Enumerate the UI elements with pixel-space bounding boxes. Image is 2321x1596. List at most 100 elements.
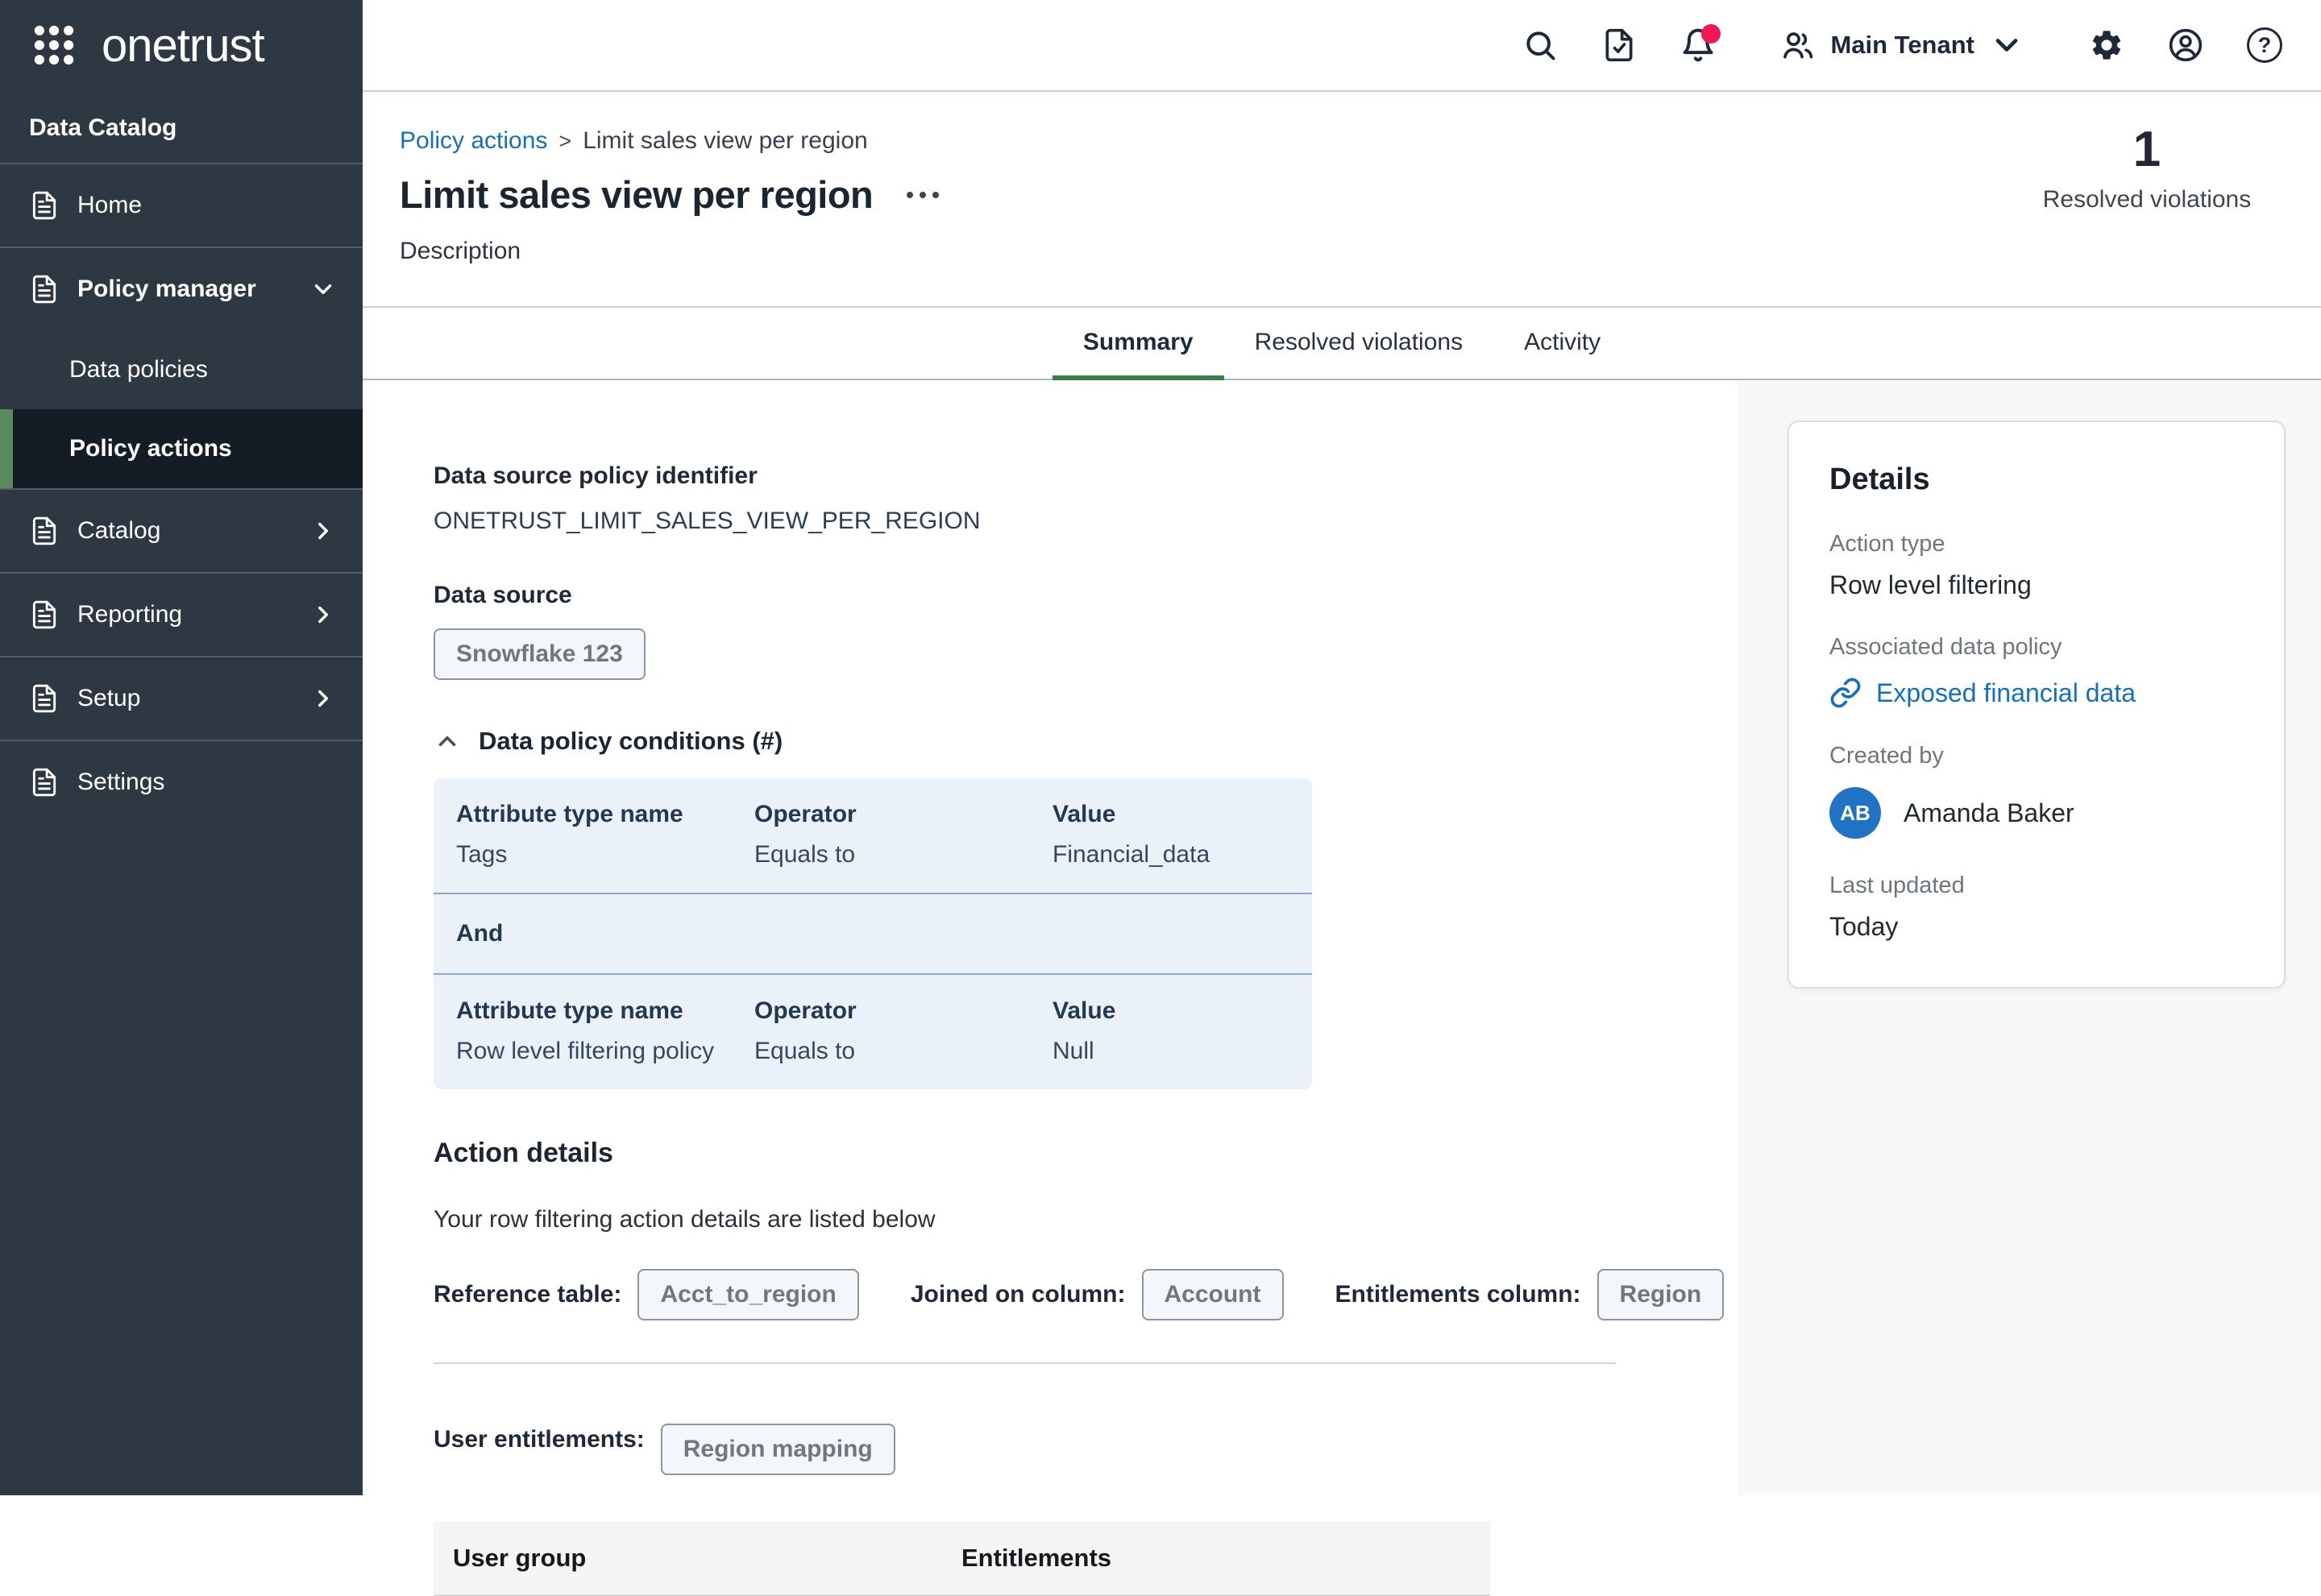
identifier-label: Data source policy identifier (434, 462, 1738, 490)
condition-col-header: Attribute type name (456, 997, 754, 1025)
details-card: Details Action type Row level filtering … (1787, 421, 2286, 989)
chevron-up-icon (434, 728, 461, 755)
condition-group: Attribute type name Operator Value Row l… (434, 975, 1312, 1089)
action-details-title: Action details (434, 1138, 1738, 1169)
joined-on-column-chip: Account (1142, 1269, 1284, 1320)
condition-operator: Equals to (754, 1038, 1053, 1065)
last-updated-value: Today (1829, 912, 2247, 942)
file-text-icon (29, 683, 60, 714)
stat-label: Resolved violations (2026, 186, 2268, 213)
sidebar: onetrust Data Catalog Home Policy manage… (0, 0, 363, 1495)
action-type-label: Action type (1829, 531, 2247, 558)
file-text-icon (29, 190, 60, 221)
stat-value: 1 (2026, 121, 2268, 178)
sidebar-item-label: Catalog (77, 517, 292, 545)
top-header: Main Tenant ? (363, 0, 2321, 92)
details-title: Details (1829, 462, 2247, 497)
document-check-icon (1601, 27, 1637, 63)
section-divider (434, 1362, 1616, 1364)
product-label: Data Catalog (0, 90, 363, 163)
tenant-selector[interactable]: Main Tenant (1780, 27, 2024, 63)
condition-attribute: Tags (456, 841, 754, 868)
page-title: Limit sales view per region (400, 172, 873, 217)
tab-resolved-violations[interactable]: Resolved violations (1224, 309, 1493, 380)
help-button[interactable]: ? (2247, 27, 2282, 63)
sidebar-item-policy-manager[interactable]: Policy manager (0, 248, 363, 330)
associated-policy-link-text: Exposed financial data (1876, 678, 2136, 708)
main-area: Data source policy identifier ONETRUST_L… (363, 382, 2321, 1495)
tab-activity[interactable]: Activity (1493, 309, 1631, 380)
conditions-collapse-toggle[interactable]: Data policy conditions (#) (434, 727, 783, 756)
tenant-users-icon (1780, 27, 1816, 63)
joined-on-column-label: Joined on column: (911, 1281, 1126, 1308)
resolved-violations-stat: 1 Resolved violations (2026, 121, 2268, 213)
tabbar: Summary Resolved violations Activity (363, 309, 2321, 380)
sidebar-item-label: Setup (77, 685, 292, 712)
breadcrumb-separator: > (558, 129, 571, 154)
entitlements-column-header: Entitlements (961, 1544, 1490, 1573)
action-details-fields: Reference table: Acct_to_region Joined o… (434, 1269, 1738, 1320)
brand-logo-text: onetrust (102, 19, 264, 73)
file-text-icon (29, 767, 60, 798)
page-description: Description (400, 238, 2321, 265)
settings-button[interactable] (2089, 27, 2124, 63)
reference-table-label: Reference table: (434, 1281, 621, 1308)
file-text-icon (29, 599, 60, 630)
identifier-value: ONETRUST_LIMIT_SALES_VIEW_PER_REGION (434, 508, 1738, 535)
conditions-panel: Attribute type name Operator Value Tags … (434, 778, 1312, 1089)
data-source-chip: Snowflake 123 (434, 628, 646, 680)
chevron-down-icon (1989, 27, 2024, 63)
associated-policy-link[interactable]: Exposed financial data (1829, 677, 2247, 709)
sidebar-item-label: Policy manager (77, 276, 292, 303)
created-by-name: Amanda Baker (1904, 798, 2074, 828)
search-button[interactable] (1522, 27, 1558, 63)
associated-policy-label: Associated data policy (1829, 634, 2247, 661)
entitlements-column-label: Entitlements column: (1335, 1281, 1581, 1308)
sidebar-item-home[interactable]: Home (0, 164, 363, 247)
condition-value: Financial_data (1053, 841, 1289, 868)
account-icon (2168, 27, 2203, 63)
chevron-right-icon (309, 517, 337, 545)
created-by-label: Created by (1829, 743, 2247, 769)
entitlements-table-header: User group Entitlements (434, 1522, 1490, 1596)
user-entitlements-chip: Region mapping (661, 1424, 895, 1475)
title-more-actions-button[interactable] (905, 184, 940, 206)
sidebar-item-catalog[interactable]: Catalog (0, 490, 363, 572)
condition-group: Attribute type name Operator Value Tags … (434, 778, 1312, 893)
sidebar-item-setup[interactable]: Setup (0, 657, 363, 740)
breadcrumb-parent-link[interactable]: Policy actions (400, 127, 547, 155)
sidebar-item-label: Settings (77, 769, 337, 796)
tenant-label: Main Tenant (1830, 31, 1974, 60)
conditions-title: Data policy conditions (#) (479, 727, 783, 756)
file-text-icon (29, 516, 60, 546)
page-head: Policy actions > Limit sales view per re… (363, 93, 2321, 308)
help-glyph: ? (2258, 33, 2272, 58)
condition-col-header: Attribute type name (456, 801, 754, 828)
user-group-column-header: User group (434, 1544, 961, 1573)
account-button[interactable] (2168, 27, 2203, 63)
sidebar-item-label: Data policies (69, 356, 208, 383)
sidebar-item-label: Reporting (77, 601, 292, 628)
sidebar-item-settings[interactable]: Settings (0, 741, 363, 823)
breadcrumb-current: Limit sales view per region (583, 127, 867, 155)
link-icon (1829, 677, 1862, 709)
settings-gear-icon (2089, 27, 2124, 63)
help-icon: ? (2247, 27, 2282, 63)
condition-operator: Equals to (754, 841, 1053, 868)
last-updated-label: Last updated (1829, 873, 2247, 899)
condition-col-header: Operator (754, 997, 1053, 1025)
tab-summary[interactable]: Summary (1053, 309, 1224, 380)
chevron-down-icon (309, 276, 337, 303)
notifications-button[interactable] (1680, 27, 1716, 63)
action-type-value: Row level filtering (1829, 570, 2247, 600)
sidebar-item-reporting[interactable]: Reporting (0, 574, 363, 656)
sidebar-item-data-policies[interactable]: Data policies (0, 330, 363, 409)
brand-logo[interactable]: onetrust (0, 0, 363, 90)
search-icon (1522, 27, 1558, 63)
user-entitlements-label: User entitlements: (434, 1426, 645, 1453)
document-check-button[interactable] (1601, 27, 1637, 63)
app-launcher-icon (31, 22, 77, 68)
avatar: AB (1829, 787, 1881, 839)
sidebar-item-policy-actions[interactable]: Policy actions (0, 409, 363, 488)
reference-table-chip: Acct_to_region (637, 1269, 858, 1320)
